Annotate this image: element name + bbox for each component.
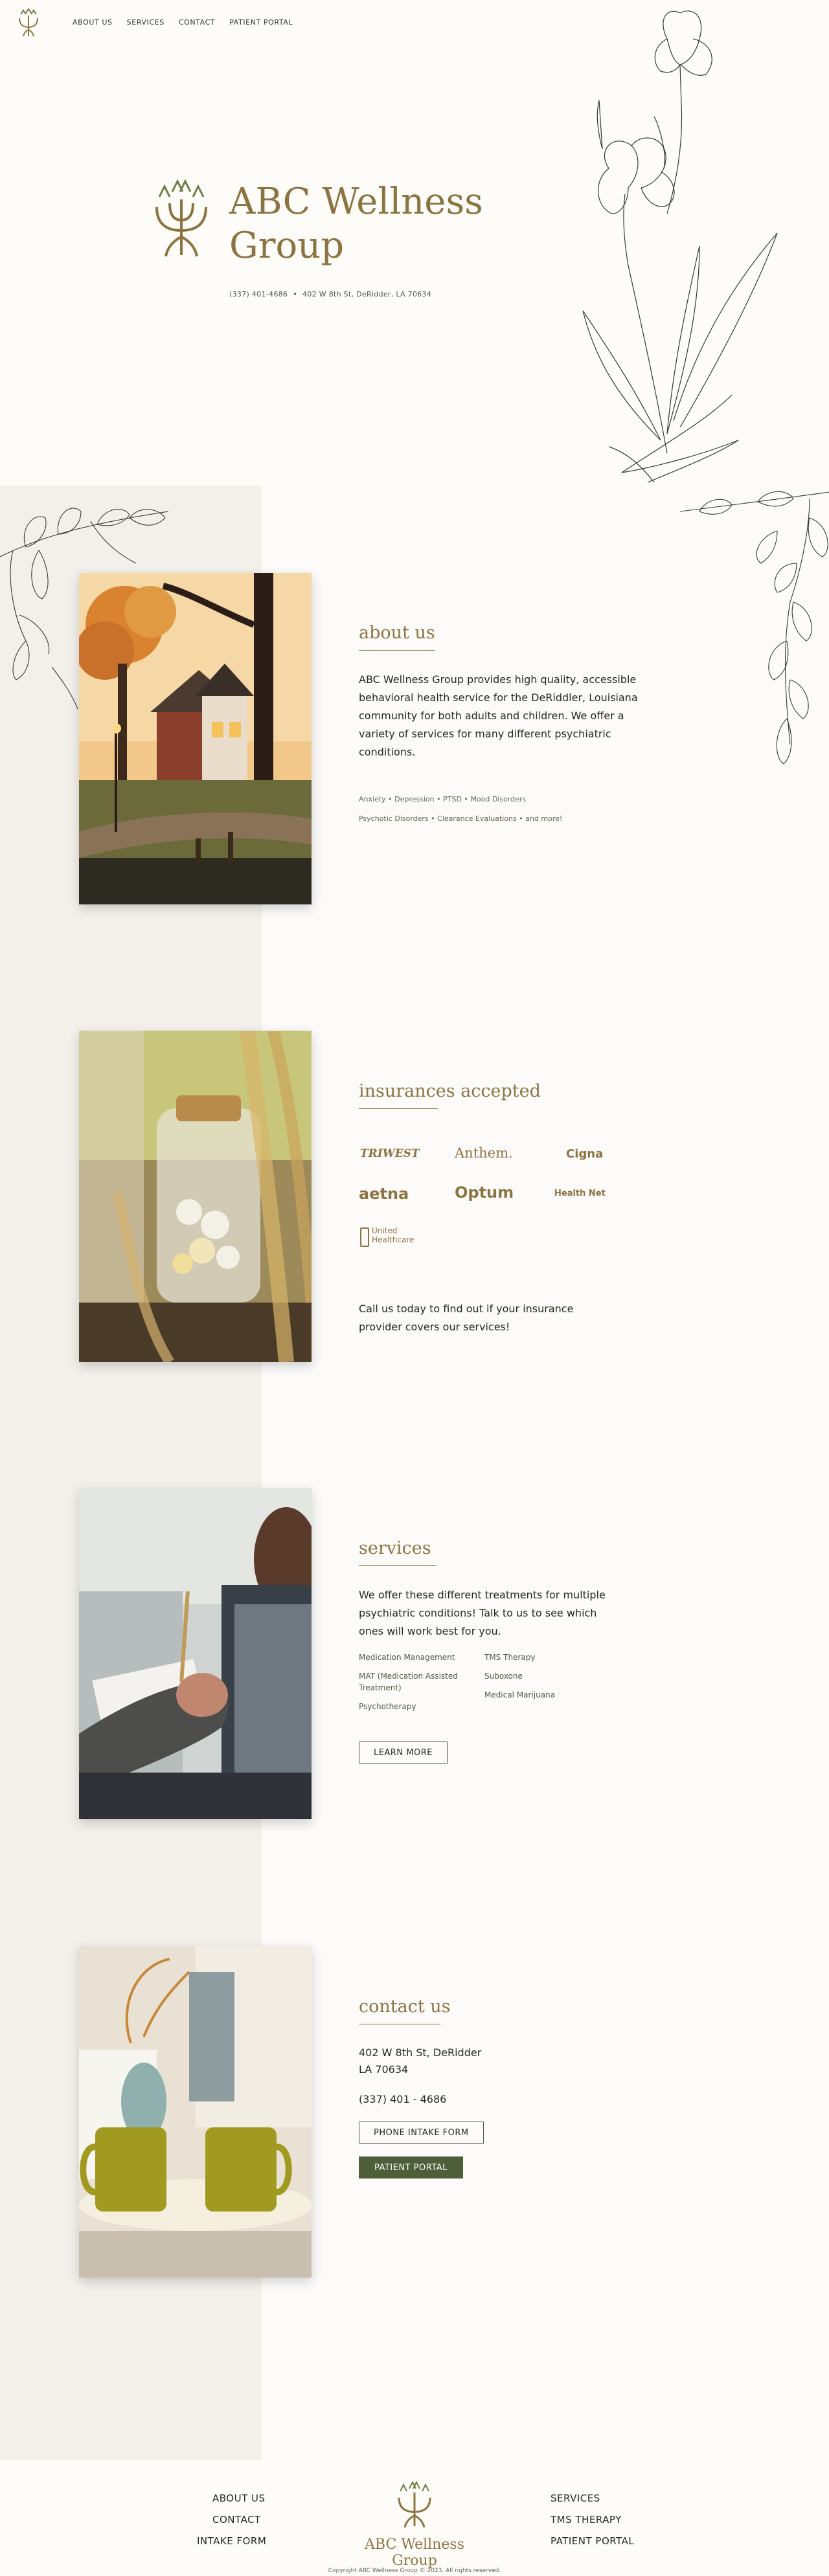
cigna-logo: Cigna: [566, 1147, 604, 1161]
hero-phone[interactable]: (337) 401-4686: [229, 290, 288, 298]
footer-contact[interactable]: CONTACT: [212, 2514, 261, 2526]
iris-flower-illustration: [582, 10, 778, 483]
contact-address-line2: LA 70634: [359, 2063, 409, 2076]
footer-copyright: Copyright ABC Wellness Group © 2023. All…: [328, 2568, 501, 2574]
about-tags-line2: Psychotic Disorders • Clearance Evaluati…: [359, 814, 563, 823]
about-tags-line1: Anxiety • Depression • PTSD • Mood Disor…: [359, 795, 527, 803]
about-text: ABC Wellness Group provides high quality…: [359, 673, 638, 758]
contact-address-line1: 402 W 8th St, DeRidder: [359, 2046, 482, 2059]
service-psychotherapy: Psychotherapy: [359, 1702, 416, 1711]
united-healthcare-logo: United Healthcare: [372, 1226, 414, 1244]
nav-contact[interactable]: CONTACT: [179, 18, 215, 27]
footer-patient-portal[interactable]: PATIENT PORTAL: [551, 2535, 634, 2547]
about-image-house: [79, 573, 312, 904]
aetna-logo: aetna: [359, 1185, 409, 1203]
footer-logo-icon: [398, 2480, 431, 2528]
service-suboxone: Suboxone: [484, 1672, 523, 1681]
nav-links: ABOUT US SERVICES CONTACT PATIENT PORTAL: [73, 18, 293, 27]
phone-intake-form-button[interactable]: PHONE INTAKE FORM: [359, 2122, 484, 2144]
anthem-logo: Anthem.: [455, 1145, 513, 1161]
insurance-text: Call us today to find out if your insura…: [359, 1303, 574, 1333]
patient-portal-button[interactable]: PATIENT PORTAL: [359, 2156, 463, 2178]
nav-services[interactable]: SERVICES: [127, 18, 165, 27]
abc-logo-icon[interactable]: [16, 8, 41, 39]
footer-about-us[interactable]: ABOUT US: [212, 2492, 266, 2504]
hero-contact-info: (337) 401-4686 • 402 W 8th St, DeRidder,…: [229, 290, 431, 298]
healthnet-logo: Health Net: [554, 1189, 606, 1198]
triwest-logo: TRIWEST: [360, 1147, 420, 1160]
service-tms-therapy: TMS Therapy: [484, 1653, 536, 1662]
services-title-underline: [359, 1565, 437, 1566]
hero-address: 402 W 8th St, DeRidder, LA 70634: [302, 290, 432, 298]
service-medical-marijuana: Medical Marijuana: [484, 1690, 556, 1699]
services-title: services: [359, 1538, 431, 1558]
insurance-image-jar: [79, 1031, 312, 1362]
footer-services[interactable]: SERVICES: [551, 2492, 600, 2504]
footer-tms-therapy[interactable]: TMS THERAPY: [551, 2514, 622, 2526]
contact-phone[interactable]: (337) 401 - 4686: [359, 2091, 446, 2108]
footer-brand: ABC Wellness Group: [365, 2537, 464, 2569]
hero-logo-icon: [155, 179, 207, 257]
learn-more-button[interactable]: LEARN MORE: [359, 1742, 448, 1764]
services-list-col2: TMS Therapy Suboxone Medical Marijuana: [484, 1652, 601, 1701]
footer: ABOUT US CONTACT INTAKE FORM ABC Wellnes…: [0, 2460, 829, 2576]
about-title: about us: [359, 623, 435, 643]
services-image-notes: [79, 1488, 312, 1819]
services-list-col1: Medication Management MAT (Medication As…: [359, 1652, 475, 1712]
hero-title: ABC Wellness Group: [229, 181, 483, 267]
top-nav: ABOUT US SERVICES CONTACT PATIENT PORTAL: [0, 0, 829, 47]
insurance-title: insurances accepted: [359, 1081, 541, 1101]
services-text: We offer these different treatments for …: [359, 1589, 606, 1637]
optum-logo: Optum: [455, 1183, 514, 1202]
united-healthcare-mark-icon: [360, 1227, 369, 1247]
leaf-branch-illustration-right: [680, 491, 829, 765]
footer-intake-form[interactable]: INTAKE FORM: [197, 2535, 266, 2547]
nav-about-us[interactable]: ABOUT US: [73, 18, 113, 27]
about-title-underline: [359, 650, 435, 651]
hero-separator: •: [293, 290, 298, 298]
contact-image-mugs: [79, 1946, 312, 2278]
service-medication-management: Medication Management: [359, 1653, 455, 1662]
nav-patient-portal[interactable]: PATIENT PORTAL: [229, 18, 293, 27]
insurance-title-underline: [359, 1108, 438, 1109]
service-mat: MAT (Medication Assisted Treatment): [359, 1672, 458, 1692]
contact-title: contact us: [359, 1997, 451, 2017]
